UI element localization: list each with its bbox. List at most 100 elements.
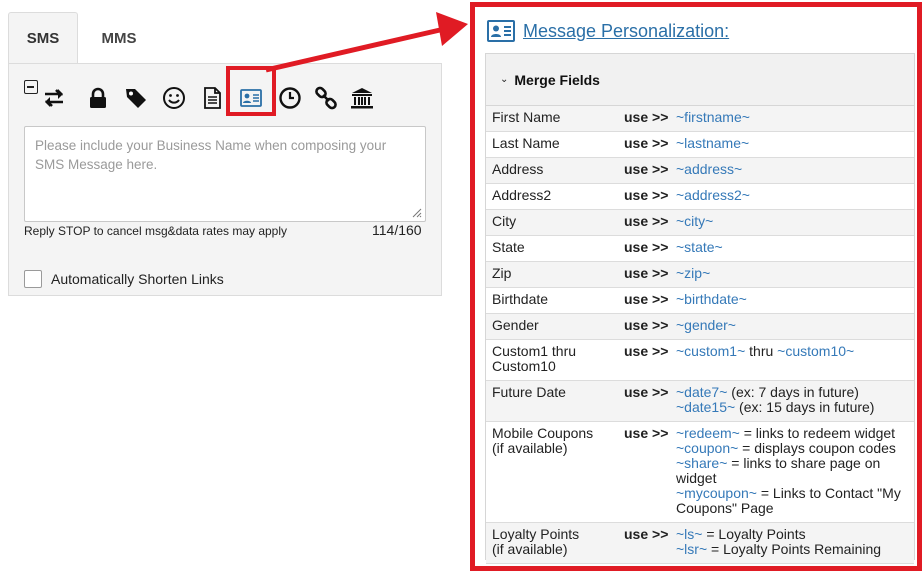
smiley-icon[interactable]	[160, 84, 188, 112]
merge-field-name: Address	[492, 161, 544, 177]
merge-field-value-line: ~city~	[676, 214, 906, 229]
merge-token[interactable]: ~custom10~	[777, 343, 854, 359]
resize-grip-icon[interactable]	[410, 206, 422, 218]
merge-field-value-line: ~mycoupon~ = Links to Contact "My	[676, 486, 906, 501]
shorten-links-option[interactable]: Automatically Shorten Links	[24, 270, 224, 288]
merge-token[interactable]: ~address2~	[676, 187, 750, 203]
merge-field-row: Gender use >> ~gender~	[486, 314, 914, 340]
merge-field-value-line: ~date7~ (ex: 7 days in future)	[676, 385, 906, 400]
merge-field-value-line: Coupons" Page	[676, 501, 906, 516]
merge-token-description: = Loyalty Points Remaining	[707, 541, 882, 557]
merge-field-value-line: ~zip~	[676, 266, 906, 281]
merge-token[interactable]: ~lsr~	[676, 541, 707, 557]
merge-token[interactable]: ~lastname~	[676, 135, 749, 151]
merge-fields-toggle[interactable]: ⌄ Merge Fields	[486, 54, 914, 106]
merge-token[interactable]: ~coupon~	[676, 440, 738, 456]
merge-field-value: ~custom1~ thru ~custom10~	[676, 344, 906, 359]
merge-field-name: State	[492, 239, 525, 255]
link-icon[interactable]	[312, 84, 340, 112]
clock-icon[interactable]	[276, 84, 304, 112]
merge-token[interactable]: ~date7~	[676, 384, 727, 400]
merge-field-row: Future Date use >> ~date7~ (ex: 7 days in …	[486, 381, 914, 422]
merge-field-name: Future Date	[492, 384, 566, 400]
character-counter: 114/160	[372, 222, 422, 238]
use-label: use >>	[624, 109, 669, 125]
merge-field-row: State use >> ~state~	[486, 236, 914, 262]
merge-token[interactable]: ~custom1~	[676, 343, 745, 359]
sms-message-input[interactable]: Please include your Business Name when c…	[24, 126, 426, 222]
merge-token[interactable]: ~share~	[676, 455, 727, 471]
merge-fields-table: First Name use >> ~firstname~ Last Name use …	[486, 106, 914, 564]
merge-token[interactable]: ~firstname~	[676, 109, 750, 125]
tab-sms[interactable]: SMS	[8, 12, 78, 64]
merge-field-name: Gender	[492, 317, 539, 333]
use-label: use >>	[624, 161, 669, 177]
merge-field-name: Zip	[492, 265, 512, 281]
tab-mms[interactable]: MMS	[86, 12, 152, 64]
merge-token[interactable]: ~state~	[676, 239, 723, 255]
merge-field-value-line: ~coupon~ = displays coupon codes	[676, 441, 906, 456]
merge-field-value-line: ~date15~ (ex: 15 days in future)	[676, 400, 906, 415]
merge-token[interactable]: ~mycoupon~	[676, 485, 757, 501]
merge-field-value-line: ~share~ = links to share page on	[676, 456, 906, 471]
shorten-links-checkbox[interactable]	[24, 270, 42, 288]
merge-field-row: Loyalty Points (if available) use >> ~ls~ …	[486, 523, 914, 564]
personalization-title-link[interactable]: Message Personalization:	[523, 21, 729, 42]
merge-field-name: Birthdate	[492, 291, 549, 307]
merge-token[interactable]: ~date15~	[676, 399, 735, 415]
merge-field-value: ~lastname~	[676, 136, 906, 151]
merge-token[interactable]: ~ls~	[676, 526, 702, 542]
merge-token-description: = Loyalty Points	[702, 526, 806, 542]
merge-field-name: Mobile Coupons (if available)	[492, 425, 594, 456]
merge-token-description: = links to redeem widget	[739, 425, 896, 441]
bank-icon[interactable]	[348, 84, 376, 112]
merge-fields-panel: ⌄ Merge Fields First Name use >> ~firstnam…	[485, 53, 915, 564]
merge-field-value: ~state~	[676, 240, 906, 255]
merge-field-row: Address2 use >> ~address2~	[486, 184, 914, 210]
tag-icon[interactable]	[122, 84, 150, 112]
merge-field-row: Address use >> ~address~	[486, 158, 914, 184]
use-label: use >>	[624, 213, 669, 229]
personalization-callout: Message Personalization: ⌄ Merge Fields …	[470, 2, 922, 571]
merge-field-value-line: ~state~	[676, 240, 906, 255]
merge-field-value: ~firstname~	[676, 110, 906, 125]
merge-token[interactable]: ~city~	[676, 213, 713, 229]
merge-field-row: Custom1 thru Custom10 use >> ~custom1~ thr…	[486, 340, 914, 381]
personalization-header: Message Personalization:	[487, 19, 729, 43]
merge-field-value-line: ~birthdate~	[676, 292, 906, 307]
merge-token-description: (ex: 7 days in future)	[727, 384, 859, 400]
message-type-tabs: SMS MMS	[8, 12, 442, 64]
merge-field-value-line: ~redeem~ = links to redeem widget	[676, 426, 906, 441]
merge-token-description: (ex: 15 days in future)	[735, 399, 875, 415]
merge-token[interactable]: ~address~	[676, 161, 742, 177]
merge-field-row: Last Name use >> ~lastname~	[486, 132, 914, 158]
merge-field-name: Last Name	[492, 135, 560, 151]
merge-field-value-line: ~ls~ = Loyalty Points	[676, 527, 906, 542]
document-icon[interactable]	[198, 84, 226, 112]
merge-field-value: ~ls~ = Loyalty Points ~lsr~ = Loyalty Poi…	[676, 527, 906, 557]
use-label: use >>	[624, 239, 669, 255]
merge-field-name: First Name	[492, 109, 561, 125]
merge-field-value: ~birthdate~	[676, 292, 906, 307]
merge-token-description: thru	[745, 343, 778, 359]
merge-fields-label: Merge Fields	[514, 71, 600, 88]
merge-field-row: City use >> ~city~	[486, 210, 914, 236]
merge-token-description: Coupons" Page	[676, 500, 774, 516]
use-label: use >>	[624, 135, 669, 151]
swap-arrows-icon[interactable]	[40, 84, 68, 112]
merge-token[interactable]: ~redeem~	[676, 425, 740, 441]
lock-icon[interactable]	[84, 84, 112, 112]
merge-token[interactable]: ~gender~	[676, 317, 736, 333]
merge-field-value-line: ~lsr~ = Loyalty Points Remaining	[676, 542, 906, 557]
use-label: use >>	[624, 384, 669, 400]
merge-token[interactable]: ~birthdate~	[676, 291, 747, 307]
shorten-links-label: Automatically Shorten Links	[51, 271, 224, 287]
merge-field-name: Address2	[492, 187, 552, 203]
merge-field-value-line: ~custom1~ thru ~custom10~	[676, 344, 906, 359]
merge-field-value: ~zip~	[676, 266, 906, 281]
merge-token[interactable]: ~zip~	[676, 265, 710, 281]
collapse-icon[interactable]	[24, 80, 38, 94]
merge-field-row: First Name use >> ~firstname~	[486, 106, 914, 132]
merge-field-value-line: ~address~	[676, 162, 906, 177]
merge-field-name: Custom1 thru Custom10	[492, 343, 577, 374]
